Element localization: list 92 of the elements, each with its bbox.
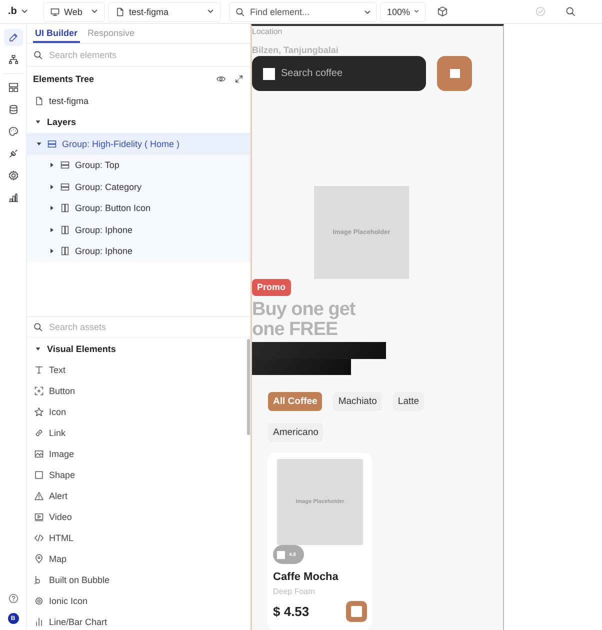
- element-item[interactable]: Video: [27, 506, 250, 528]
- tree-item[interactable]: Group: Category: [27, 176, 250, 198]
- element-item[interactable]: Icon: [27, 402, 250, 422]
- caret-icon: [49, 162, 55, 168]
- element-item[interactable]: Button: [27, 380, 250, 402]
- cube-icon[interactable]: [437, 6, 448, 17]
- square-icon: [263, 68, 275, 80]
- shape-icon: [34, 470, 44, 480]
- element-item[interactable]: Alert: [27, 486, 250, 506]
- tree-item[interactable]: Group: Top: [27, 154, 250, 176]
- location-text: Bilzen, Tanjungbalai: [252, 45, 338, 55]
- square-icon: [450, 69, 460, 78]
- tree-item[interactable]: Group: Iphone: [27, 219, 250, 240]
- element-item[interactable]: Shape: [27, 464, 250, 486]
- element-item[interactable]: Map: [27, 548, 250, 570]
- zoom-dropdown[interactable]: 100%: [380, 2, 426, 22]
- section-toggle[interactable]: Visual Elements: [27, 338, 250, 360]
- square-icon: [351, 606, 362, 617]
- text-icon: [34, 365, 44, 375]
- eye-icon[interactable]: [216, 74, 226, 84]
- category-chip[interactable]: Americano: [268, 423, 324, 442]
- video-icon: [34, 512, 44, 522]
- location-label: Location: [252, 27, 282, 36]
- monitor-icon: [50, 6, 60, 16]
- promo-headline: Buy one get one FREE: [252, 300, 356, 340]
- link-icon: [34, 428, 44, 438]
- star-icon: [34, 407, 44, 417]
- search-icon: [235, 6, 245, 16]
- scrollbar[interactable]: [247, 339, 250, 435]
- element-item[interactable]: HTML: [27, 528, 250, 548]
- element-item[interactable]: Built on Bubble: [27, 570, 250, 590]
- product-subtitle: Deep Foam: [273, 587, 315, 596]
- alert-icon: [34, 491, 44, 501]
- platform-dropdown[interactable]: Web: [43, 2, 105, 22]
- rows-icon: [47, 138, 57, 149]
- element-item[interactable]: Line/Bar Chart: [27, 612, 250, 630]
- columns-icon: [60, 203, 70, 214]
- caret-icon: [35, 119, 41, 126]
- search-field[interactable]: Search coffee: [252, 56, 426, 91]
- search-icon: [33, 322, 43, 332]
- promo-tag: Promo: [252, 278, 291, 296]
- caret-icon: [364, 8, 371, 16]
- product-price: $ 4.53: [273, 604, 310, 619]
- square-icon: [277, 550, 285, 558]
- logo-menu[interactable]: .b: [0, 2, 40, 22]
- search-icon[interactable]: [565, 6, 576, 17]
- section-title: Elements Tree: [33, 74, 94, 84]
- search-icon: [33, 50, 43, 60]
- find-element-field[interactable]: Find element...: [229, 2, 377, 22]
- element-item[interactable]: Ionic Icon: [27, 590, 250, 612]
- caret-icon: [20, 8, 28, 15]
- help-icon[interactable]: [8, 593, 18, 604]
- code-icon: [34, 533, 44, 543]
- element-item[interactable]: Text: [27, 360, 250, 380]
- search-elements-field[interactable]: Search elements: [27, 44, 250, 67]
- caret-icon: [49, 184, 55, 190]
- columns-icon: [60, 246, 70, 256]
- filter-button[interactable]: [437, 56, 472, 91]
- file-icon: [34, 96, 44, 106]
- chart-icon: [34, 617, 44, 627]
- add-button[interactable]: [346, 601, 367, 622]
- product-name: Caffe Mocha: [273, 571, 338, 583]
- caret-icon: [49, 205, 55, 212]
- caret-icon: [91, 8, 98, 15]
- caret-icon: [49, 226, 55, 233]
- rows-icon: [60, 160, 70, 170]
- page-item[interactable]: test-figma: [27, 90, 250, 112]
- caret-icon: [207, 8, 214, 15]
- file-icon: [115, 6, 125, 16]
- logo: .b: [8, 6, 17, 17]
- tree-item[interactable]: Group: High-Fidelity ( Home ): [27, 133, 250, 154]
- button-icon: [34, 386, 44, 396]
- page-dropdown[interactable]: test-figma: [108, 2, 221, 22]
- caret-icon: [36, 140, 42, 147]
- expand-icon[interactable]: [234, 74, 244, 84]
- panel-tab[interactable]: UI Builder: [33, 24, 80, 43]
- element-item[interactable]: Image: [27, 444, 250, 464]
- tree-item[interactable]: Group: Iphone: [27, 240, 250, 262]
- layers-toggle[interactable]: Layers: [27, 112, 250, 133]
- tree-item[interactable]: Group: Button Icon: [27, 198, 250, 219]
- category-chip[interactable]: Latte: [392, 392, 424, 411]
- category-chip[interactable]: Machiato: [333, 392, 382, 411]
- columns-icon: [60, 224, 70, 235]
- caret-icon: [414, 8, 419, 15]
- image-icon: [34, 449, 44, 459]
- pin-icon: [34, 554, 44, 564]
- element-item[interactable]: Link: [27, 422, 250, 444]
- caret-icon: [49, 248, 55, 254]
- pencil-icon[interactable]: [4, 29, 22, 46]
- caret-icon: [35, 346, 41, 352]
- search-assets-field[interactable]: Search assets: [27, 317, 250, 338]
- rows-icon: [60, 182, 70, 192]
